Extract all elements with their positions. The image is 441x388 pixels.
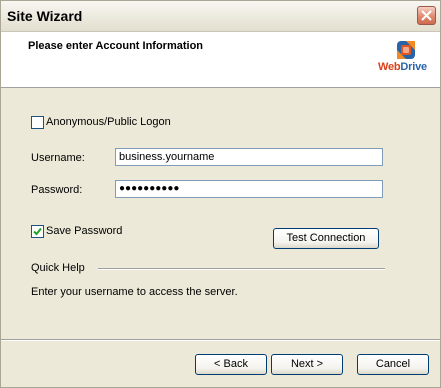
wizard-header: Please enter Account Information WebDriv…	[1, 32, 440, 88]
save-password-label[interactable]: Save Password	[46, 225, 122, 237]
webdrive-logo: WebDrive	[378, 40, 436, 84]
webdrive-logo-text: WebDrive	[378, 61, 427, 73]
anonymous-logon-label[interactable]: Anonymous/Public Logon	[46, 116, 171, 128]
next-button[interactable]: Next >	[271, 354, 343, 375]
close-button[interactable]	[417, 6, 436, 25]
quick-help-title: Quick Help	[31, 262, 85, 274]
close-icon	[421, 10, 432, 21]
password-label: Password:	[31, 184, 83, 196]
save-password-checkbox[interactable]	[31, 225, 44, 238]
username-label: Username:	[31, 152, 85, 164]
page-title: Please enter Account Information	[28, 40, 204, 52]
title-bar[interactable]: Site Wizard	[1, 1, 440, 32]
webdrive-logo-icon	[397, 41, 415, 59]
quick-help-divider	[98, 268, 385, 270]
footer-divider	[1, 339, 440, 341]
username-field[interactable]: business.yourname	[115, 148, 383, 166]
quick-help-text: Enter your username to access the server…	[31, 286, 238, 298]
test-connection-button[interactable]: Test Connection	[273, 228, 379, 249]
site-wizard-window: Site Wizard Please enter Account Informa…	[0, 0, 441, 388]
window-title: Site Wizard	[7, 8, 83, 24]
cancel-button[interactable]: Cancel	[357, 354, 429, 375]
password-field[interactable]: ●●●●●●●●●●	[115, 180, 383, 198]
anonymous-logon-checkbox[interactable]	[31, 116, 44, 129]
back-button[interactable]: < Back	[195, 354, 267, 375]
checkmark-icon	[33, 227, 42, 236]
